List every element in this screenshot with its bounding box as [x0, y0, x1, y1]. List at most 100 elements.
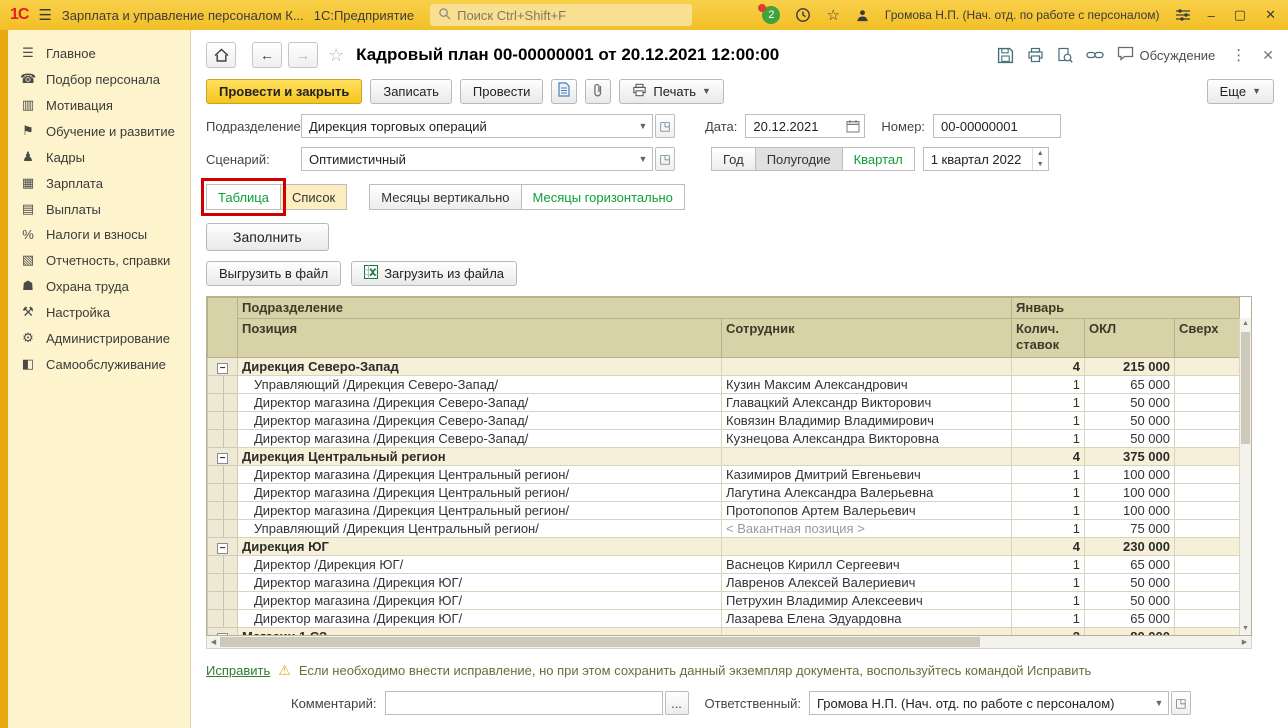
save-icon[interactable] — [997, 47, 1014, 64]
responsible-combo[interactable]: Громова Н.П. (Нач. отд. по работе с перс… — [809, 691, 1169, 715]
plan-row[interactable]: Директор магазина /Дирекция Центральный … — [208, 484, 1240, 502]
sidebar-item-calculator[interactable]: ▦Зарплата — [8, 170, 190, 196]
sidebar-item-helmet[interactable]: ☗Охрана труда — [8, 273, 190, 299]
plan-row[interactable]: Директор магазина /Дирекция ЮГ/Петрухин … — [208, 592, 1240, 610]
more-actions-button[interactable]: Еще▼ — [1207, 79, 1274, 104]
department-open-button[interactable]: ◳ — [655, 114, 675, 138]
tab-months-vertical[interactable]: Месяцы вертикально — [369, 184, 521, 210]
vertical-scrollbar[interactable]: ▲ ▼ — [1239, 318, 1251, 635]
discussion-button[interactable]: Обсуждение — [1117, 46, 1216, 64]
department-column-header[interactable]: Подразделение — [238, 298, 1012, 319]
print-icon[interactable] — [1027, 47, 1044, 63]
rates-column-header[interactable]: Колич. ставок — [1012, 319, 1085, 358]
position-column-header[interactable]: Позиция — [238, 319, 722, 358]
calendar-icon[interactable] — [842, 115, 864, 137]
sidebar-item-people[interactable]: ♟Кадры — [8, 144, 190, 170]
scroll-down-icon[interactable]: ▼ — [1240, 623, 1251, 635]
spinner-up-icon[interactable]: ▲ — [1033, 148, 1048, 159]
horizontal-scroll-thumb[interactable] — [220, 637, 980, 647]
favorites-icon[interactable]: ☆ — [826, 6, 839, 24]
number-input[interactable]: 00-00000001 — [933, 114, 1061, 138]
plan-row[interactable]: Управляющий /Дирекция Центральный регион… — [208, 520, 1240, 538]
document-structure-button[interactable] — [551, 79, 577, 104]
department-combo[interactable]: Дирекция торговых операций ▼ — [301, 114, 653, 138]
sidebar-item-payments[interactable]: ▤Выплаты — [8, 196, 190, 222]
user-icon[interactable] — [855, 8, 870, 23]
tab-table[interactable]: Таблица — [206, 184, 281, 210]
chevron-down-icon[interactable]: ▼ — [634, 115, 652, 137]
sidebar-item-chart[interactable]: ▥Мотивация — [8, 92, 190, 118]
scenario-open-button[interactable]: ◳ — [655, 147, 675, 171]
more-menu-icon[interactable]: ⋮ — [1228, 46, 1249, 64]
comment-more-button[interactable]: ... — [665, 691, 689, 715]
salary-column-header[interactable]: ОКЛ — [1085, 319, 1175, 358]
back-button[interactable]: ← — [252, 42, 282, 68]
sidebar-item-reports[interactable]: ▧Отчетность, справки — [8, 247, 190, 273]
comment-input[interactable] — [385, 691, 663, 715]
period-quarter-button[interactable]: Квартал — [842, 147, 915, 171]
group-row[interactable]: −Дирекция ЮГ4230 000 — [208, 538, 1240, 556]
settings-sliders-icon[interactable] — [1175, 8, 1191, 22]
attachments-button[interactable] — [585, 79, 611, 104]
sidebar-item-wrench[interactable]: ⚒Настройка — [8, 299, 190, 325]
chevron-down-icon[interactable]: ▼ — [634, 148, 652, 170]
minimize-button[interactable]: – — [1206, 8, 1217, 23]
print-menu-button[interactable]: Печать▼ — [619, 79, 724, 104]
write-button[interactable]: Записать — [370, 79, 452, 104]
date-input[interactable]: 20.12.2021 — [745, 114, 865, 138]
tab-list[interactable]: Список — [280, 184, 347, 210]
main-menu-icon[interactable]: ☰ — [38, 6, 51, 24]
period-spinner[interactable]: ▲▼ — [1032, 148, 1048, 170]
scenario-combo[interactable]: Оптимистичный ▼ — [301, 147, 653, 171]
collapse-icon[interactable]: − — [217, 543, 228, 554]
preview-icon[interactable] — [1057, 47, 1073, 63]
home-button[interactable] — [206, 42, 236, 68]
period-halfyear-button[interactable]: Полугодие — [755, 147, 843, 171]
over-column-header[interactable]: Сверх — [1175, 319, 1240, 358]
notifications-button[interactable]: 2 — [762, 6, 780, 24]
collapse-icon[interactable]: − — [217, 453, 228, 464]
collapse-icon[interactable]: − — [217, 363, 228, 374]
forward-button[interactable]: → — [288, 42, 318, 68]
group-row[interactable]: −Дирекция Центральный регион4375 000 — [208, 448, 1240, 466]
spinner-down-icon[interactable]: ▼ — [1033, 159, 1048, 170]
history-icon[interactable] — [795, 7, 811, 23]
plan-row[interactable]: Директор магазина /Дирекция ЮГ/Лазарева … — [208, 610, 1240, 628]
period-year-button[interactable]: Год — [711, 147, 756, 171]
tab-months-horizontal[interactable]: Месяцы горизонтально — [521, 184, 685, 210]
fix-link[interactable]: Исправить — [206, 663, 270, 678]
link-icon[interactable] — [1086, 49, 1104, 61]
month-column-header[interactable]: Январь — [1012, 298, 1240, 319]
employee-column-header[interactable]: Сотрудник — [722, 319, 1012, 358]
plan-row[interactable]: Директор магазина /Дирекция Северо-Запад… — [208, 430, 1240, 448]
sidebar-item-gear[interactable]: ⚙Администрирование — [8, 325, 190, 351]
plan-row[interactable]: Управляющий /Дирекция Северо-Запад/Кузин… — [208, 376, 1240, 394]
horizontal-scrollbar[interactable]: ◀ ▶ — [206, 636, 1252, 649]
export-to-file-button[interactable]: Выгрузить в файл — [206, 261, 341, 286]
plan-row[interactable]: Директор /Дирекция ЮГ/Васнецов Кирилл Се… — [208, 556, 1240, 574]
post-button[interactable]: Провести — [460, 79, 544, 104]
fill-button[interactable]: Заполнить — [206, 223, 329, 251]
plan-row[interactable]: Директор магазина /Дирекция ЮГ/Лавренов … — [208, 574, 1240, 592]
maximize-button[interactable]: ▢ — [1232, 7, 1248, 23]
responsible-open-button[interactable]: ◳ — [1171, 691, 1191, 715]
plan-row[interactable]: Директор магазина /Дирекция Северо-Запад… — [208, 412, 1240, 430]
global-search-input[interactable]: Поиск Ctrl+Shift+F — [430, 4, 692, 26]
scroll-up-icon[interactable]: ▲ — [1240, 318, 1251, 330]
sidebar-item-menu[interactable]: ☰Главное — [8, 40, 190, 66]
group-row[interactable]: −Дирекция Северо-Запад4215 000 — [208, 358, 1240, 376]
sidebar-item-phone[interactable]: ☎Подбор персонала — [8, 66, 190, 92]
scroll-right-icon[interactable]: ▶ — [1238, 638, 1251, 646]
vertical-scroll-thumb[interactable] — [1241, 332, 1250, 444]
favorite-star-icon[interactable]: ☆ — [328, 45, 344, 66]
close-window-button[interactable]: ✕ — [1263, 7, 1278, 23]
plan-row[interactable]: Директор магазина /Дирекция Северо-Запад… — [208, 394, 1240, 412]
sidebar-item-percent[interactable]: %Налоги и взносы — [8, 222, 190, 247]
period-value-input[interactable]: 1 квартал 2022 ▲▼ — [923, 147, 1049, 171]
group-row[interactable]: −Магазин 1 СЗ280 000 — [208, 628, 1240, 637]
plan-row[interactable]: Директор магазина /Дирекция Центральный … — [208, 466, 1240, 484]
scroll-left-icon[interactable]: ◀ — [207, 638, 220, 646]
close-document-icon[interactable]: ✕ — [1262, 47, 1274, 64]
current-user[interactable]: Громова Н.П. (Нач. отд. по работе с перс… — [885, 8, 1160, 22]
chevron-down-icon[interactable]: ▼ — [1150, 692, 1168, 714]
